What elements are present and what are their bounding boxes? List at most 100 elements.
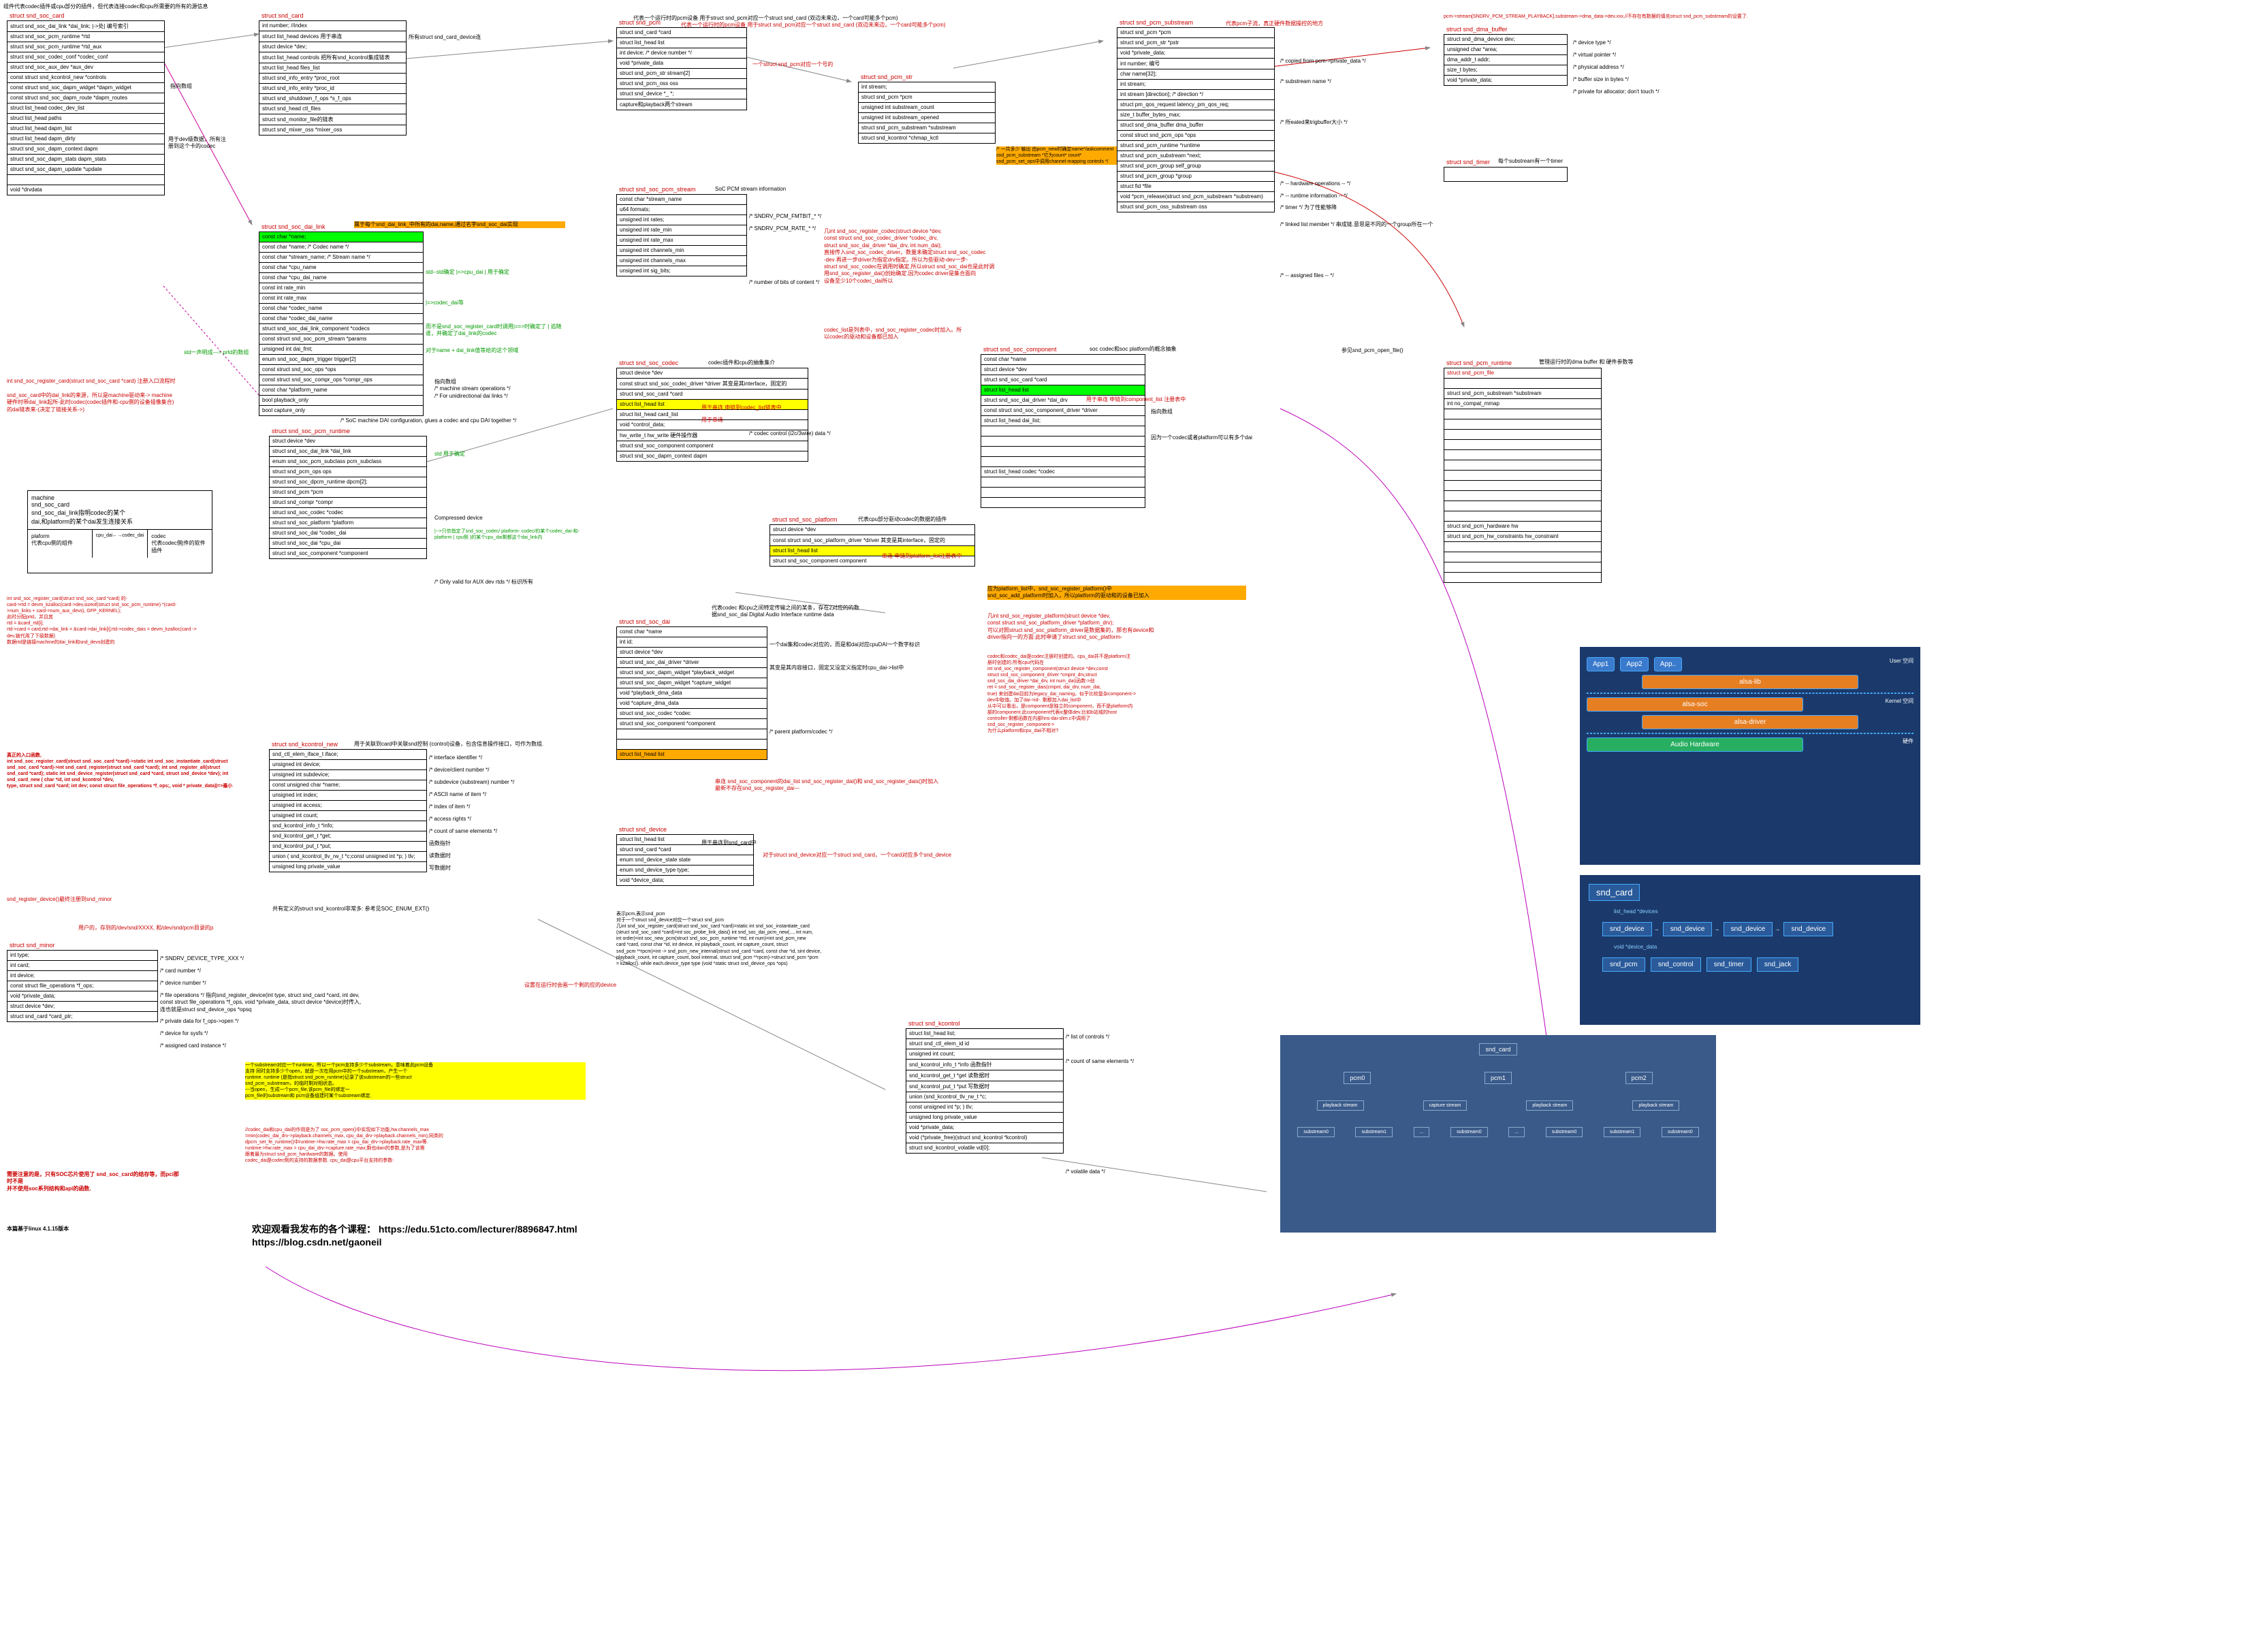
row: const char *name; <box>259 232 423 242</box>
row: struct snd_soc_dpcm_runtime dpcm[2]; <box>270 477 426 488</box>
title: struct snd_soc_component <box>981 345 1059 353</box>
row: struct snd_soc_dapm_context dapm <box>7 144 164 155</box>
row: dma_addr_t addr; <box>1444 55 1567 65</box>
row: unsigned long private_value <box>270 862 426 872</box>
row <box>981 498 1145 507</box>
row: struct list_head list <box>617 38 746 48</box>
row: struct snd_kcontrol *chmap_kctl <box>859 133 995 143</box>
note: 代表codec 和cpu之间特定传输之间的某条，存在2对应的的数 据snd_so… <box>712 605 936 619</box>
row: struct list_head codec_dev_list <box>7 104 164 114</box>
row: void *private_data <box>617 59 746 69</box>
note: /* -- runtime information -- */ <box>1280 193 1348 200</box>
row: struct snd_info_entry *proc_id <box>259 84 406 94</box>
row: void *private_data; <box>1117 48 1274 59</box>
note: /* list of controls */ <box>1066 1034 1109 1041</box>
row: snd_kcontrol_put_t *put 写数据时 <box>906 1081 1063 1092</box>
row: struct snd_shutdown_f_ops *s_f_ops <box>259 94 406 104</box>
row: unsigned int substream_count <box>859 103 995 113</box>
row: struct snd_soc_component *component <box>270 549 426 558</box>
row: void *drvdata <box>7 185 164 195</box>
row: struct snd_soc_dai_driver *driver <box>617 658 767 668</box>
node: snd_control <box>1651 957 1701 972</box>
note: 写数据时 <box>429 865 451 872</box>
row: struct snd_compr *compr <box>270 498 426 508</box>
title: struct snd_kcontrol_new <box>270 740 340 748</box>
row: int stream [direction]; /* direction */ <box>1117 90 1274 100</box>
row <box>1444 419 1601 430</box>
note: std--std确定 |=>cpu_dai | 用于确定 <box>426 269 548 276</box>
row: struct snd_device *_ *; <box>617 89 746 99</box>
line: snd_soc_dai_link指明codec的某个 <box>31 508 208 517</box>
row: unsigned int device; <box>270 760 426 770</box>
note: 而不是snd_soc_register_card时调用|==>时确定了 | 追随… <box>426 323 562 338</box>
note: /* parent platform/codec */ <box>769 729 833 735</box>
row: void *private_data; <box>7 991 157 1002</box>
row: struct snd_card *card_ptr; <box>7 1012 157 1021</box>
row: unsigned int count; <box>906 1049 1063 1060</box>
node: substream1 <box>1604 1127 1641 1137</box>
node: substream0 <box>1297 1127 1335 1137</box>
snd-pcm-struct: struct snd_pcm struct snd_card *card str… <box>616 27 747 110</box>
row: struct snd_pcm_group *group <box>1117 172 1274 182</box>
note: /* number of bits of content */ <box>749 279 819 286</box>
note: codec和codec_dai是codec注册时创建的。cpu_dai并不是pl… <box>987 654 1260 734</box>
row: const struct snd_soc_pcm_stream *params <box>259 334 423 345</box>
note: 其变是其内容接口，固定又没定义指定时cpu_dai->list中 <box>769 665 974 671</box>
note: /* private data for f_ops->open */ <box>160 1018 238 1025</box>
row: struct list_head list <box>981 385 1145 396</box>
cell: plaform <box>31 533 89 539</box>
note: /* buffer size in bytes */ <box>1573 76 1629 83</box>
snd-card-tree-diagram: snd_card list_head *devices snd_device→ … <box>1580 875 1920 1025</box>
row: capture和playback两个stream <box>617 99 746 110</box>
row: snd_kcontrol_get_t *get; <box>270 831 426 842</box>
row: struct snd_pcm_substream *substream <box>859 123 995 133</box>
row: struct list_head files_list <box>259 63 406 74</box>
note: 几int snd_soc_register_platform(struct de… <box>987 613 1260 641</box>
note: 真正的入口函数, int snd_soc_register_card(struc… <box>7 752 238 790</box>
note: /* interface identifier */ <box>429 754 482 761</box>
snd-pcm-substream-struct: struct snd_pcm_substream struct snd_pcm … <box>1117 27 1275 212</box>
row: struct device *dev; <box>7 1002 157 1012</box>
note: 指向数组 <box>1151 409 1173 415</box>
title: struct snd_pcm_runtime <box>1444 359 1514 367</box>
node: playback stream <box>1526 1100 1573 1111</box>
row: struct snd_pcm_str *pstr <box>1117 38 1274 48</box>
root: snd_card <box>1589 884 1640 901</box>
note: 代表cpu部分驱动codec的数据的插件 <box>858 516 947 523</box>
row: struct snd_pcm_ops ops <box>270 467 426 477</box>
row: struct snd_pcm_group self_group <box>1117 161 1274 172</box>
row <box>1444 573 1601 582</box>
layer: alsa-lib <box>1642 675 1858 689</box>
note: std 用于确定 <box>434 451 465 458</box>
note: codec插件和cpu的抽象集介 <box>708 360 775 366</box>
row: struct snd_pcm_runtime *runtime <box>1117 141 1274 151</box>
note: 需要注意的是，只有SOC芯片使用了 snd_soc_card的结存等，而pci那… <box>7 1171 184 1192</box>
row: struct list_head dai_list; <box>981 416 1145 426</box>
note: /* linked list member */ 串成链.意思是不同的一个gro… <box>1280 221 1485 228</box>
row: struct snd_soc_dapm_update *update <box>7 165 164 175</box>
row: struct snd_pcm_oss oss <box>617 79 746 89</box>
note: 函数指针 <box>429 840 451 847</box>
row <box>1444 379 1601 389</box>
row: struct snd_soc_dapm_widget *capture_widg… <box>617 678 767 688</box>
row: const struct snd_pcm_ops *ops <box>1117 131 1274 141</box>
pcm-tree-diagram: snd_card pcm0 pcm1 pcm2 playback stream … <box>1280 1035 1716 1233</box>
title: struct snd_timer <box>1444 158 1492 166</box>
row: u64 formats; <box>617 205 746 215</box>
note: /* device/client number */ <box>429 767 490 774</box>
note: /* device number */ <box>160 980 206 987</box>
note: /* timer */ 为了性能够降 <box>1280 204 1337 211</box>
snd-dma-buffer-struct: struct snd_dma_buffer struct snd_dma_dev… <box>1444 34 1568 86</box>
row: unsigned int substream_opened <box>859 113 995 123</box>
row: void *pcm_release(struct snd_pcm_substre… <box>1117 192 1274 202</box>
row: unsigned long private_value <box>906 1113 1063 1123</box>
note: /* copied from pcm->private_data */ <box>1280 58 1366 65</box>
layer: alsa-soc <box>1587 697 1803 712</box>
row <box>1444 552 1601 562</box>
row: struct list_head paths <box>7 114 164 124</box>
note: 用于串连 申链到codec_list链表中 <box>701 404 782 411</box>
row: struct list_head list <box>617 750 767 759</box>
row: size_t bytes; <box>1444 65 1567 76</box>
row: unsigned int channels_min <box>617 246 746 256</box>
row: const struct file_operations *f_ops; <box>7 981 157 991</box>
